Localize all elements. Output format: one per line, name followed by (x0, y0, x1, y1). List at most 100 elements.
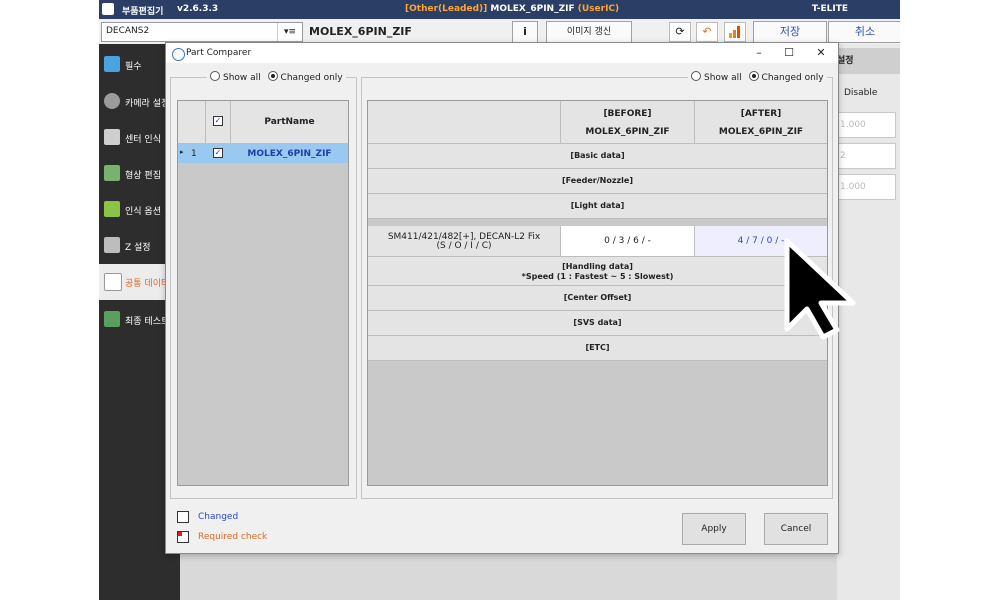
left-filter: Show all Changed only (207, 71, 346, 83)
radio-show-all[interactable]: Show all (691, 71, 742, 83)
setting-field[interactable]: 1.000 (837, 112, 896, 138)
sidebar-item-label: 카메라 설정 (125, 99, 170, 109)
row-index: 1 (191, 149, 197, 159)
comparison-table: [BEFORE] MOLEX_6PIN_ZIF [AFTER] MOLEX_6P… (367, 100, 828, 486)
row-header-corner (178, 101, 206, 144)
part-comparer-dialog: Part Comparer – ☐ ✕ Show all Changed onl… (165, 42, 839, 554)
radio-label: Show all (704, 73, 742, 83)
after-part-name: MOLEX_6PIN_ZIF (718, 127, 804, 137)
section-handling-data: [Handling data] *Speed (1 : Fastest ~ 5 … (368, 257, 827, 286)
dialog-title: Part Comparer (186, 48, 252, 58)
dialog-footer: Changed Required check Apply Cancel (166, 505, 838, 553)
maximize-icon[interactable]: ☐ (779, 46, 799, 59)
sidebar-item-label: 공통 데이터 (125, 279, 170, 289)
app-title: 부품편집기 (122, 7, 164, 17)
section-svs-data: [SVS data] (368, 311, 827, 336)
update-image-button[interactable]: 이미지 갱신 (546, 21, 632, 43)
sidebar-item-label: 센터 인식 (125, 135, 161, 145)
info-button[interactable]: i (512, 21, 538, 43)
auto-refresh-icon[interactable]: ⟳ (669, 22, 691, 42)
disable-label: Disable (844, 88, 878, 98)
chevron-down-icon[interactable]: ▾≡ (277, 23, 302, 41)
changed-legend-label: Changed (198, 512, 239, 522)
radio-changed-only[interactable]: Changed only (267, 71, 343, 83)
light-data-row: SM411/421/482[+], DECAN-L2 Fix (S / O / … (368, 226, 827, 257)
after-column-header: [AFTER] MOLEX_6PIN_ZIF (695, 101, 827, 144)
mouse-pointer-icon (784, 238, 856, 340)
sidebar-item-label: 필수 (125, 62, 142, 72)
save-button[interactable]: 저장 (753, 21, 827, 43)
sidebar-item-label: 형상 편집 (125, 171, 161, 181)
machine-combo-value: DECANS2 (106, 26, 150, 36)
row-checkbox[interactable]: ✓ (213, 148, 223, 158)
camera-gear-icon (104, 93, 120, 109)
cancel-button[interactable]: 취소 (828, 21, 900, 43)
row-part-name: MOLEX_6PIN_ZIF (247, 149, 332, 159)
sidebar-item-label: 인식 옵션 (125, 207, 161, 217)
radio-label: Changed only (761, 73, 824, 83)
before-column-header: [BEFORE] MOLEX_6PIN_ZIF (561, 101, 695, 144)
minimize-icon[interactable]: – (749, 46, 769, 59)
z-setting-icon (104, 237, 120, 253)
compare-icon (172, 48, 185, 61)
before-header: [BEFORE] (603, 109, 652, 119)
part-list-table: ✓ PartName ▸ 1 ✓ MOLEX_6PIN_ZIF (177, 100, 349, 486)
radio-icon (691, 71, 701, 81)
apply-button[interactable]: Apply (682, 513, 746, 545)
bar-chart-icon[interactable] (724, 22, 746, 42)
row-pointer-icon: ▸ (180, 148, 184, 156)
app-logo-icon (102, 3, 114, 15)
light-before-value: 0 / 3 / 6 / - (561, 226, 695, 256)
light-row-label: SM411/421/482[+], DECAN-L2 Fix (S / O / … (368, 226, 561, 256)
partname-column-header: PartName (231, 101, 348, 144)
select-all-header[interactable]: ✓ (206, 101, 231, 144)
dialog-title-bar: Part Comparer – ☐ ✕ (166, 43, 838, 63)
title-bar: 부품편집기 v2.6.3.3 [Other(Leaded)] MOLEX_6PI… (99, 0, 900, 19)
title-category: [Other(Leaded)] (405, 4, 488, 14)
settings-header: 설정 (837, 48, 900, 74)
title-part-info: [Other(Leaded)] MOLEX_6PIN_ZIF (UserIC) (405, 4, 619, 14)
title-user: (UserIC) (577, 4, 620, 14)
undo-icon[interactable]: ↶ (696, 22, 718, 42)
final-test-icon (104, 311, 120, 327)
check-pencil-icon (104, 56, 120, 72)
after-header: [AFTER] (740, 109, 782, 119)
radio-selected-icon (267, 71, 278, 81)
section-light-data: [Light data] (368, 194, 827, 219)
machine-combo[interactable]: DECANS2 ▾≡ (101, 22, 303, 42)
handling-speed-note: *Speed (1 : Fastest ~ 5 : Slowest) (521, 272, 674, 281)
right-filter: Show all Changed only (688, 71, 827, 83)
common-data-icon (104, 273, 122, 291)
setting-field[interactable]: 1.000 (837, 174, 896, 200)
radio-selected-icon (748, 71, 759, 81)
close-icon[interactable]: ✕ (811, 46, 831, 59)
recognition-option-icon (104, 201, 120, 217)
brand-label: T-ELITE (811, 4, 848, 14)
required-legend-label: Required check (198, 532, 268, 542)
radio-changed-only[interactable]: Changed only (748, 71, 824, 83)
app-version: v2.6.3.3 (177, 4, 219, 14)
section-center-offset: [Center Offset] (368, 286, 827, 311)
section-feeder-nozzle: [Feeder/Nozzle] (368, 169, 827, 194)
table-row[interactable]: ▸ 1 ✓ MOLEX_6PIN_ZIF (178, 144, 348, 163)
sidebar-item-label: 최종 테스트 (125, 317, 170, 327)
setting-field[interactable]: 2 (837, 143, 896, 169)
radio-icon (210, 71, 220, 81)
part-list-group: Show all Changed only ✓ PartName ▸ 1 ✓ M… (170, 71, 357, 499)
radio-label: Show all (223, 73, 261, 83)
handling-title: [Handling data] (562, 262, 633, 271)
comparison-group: Show all Changed only [BEFORE] MOLEX_6PI… (361, 71, 833, 499)
section-etc: [ETC] (368, 336, 827, 361)
radio-label: Changed only (280, 73, 343, 83)
dialog-cancel-button[interactable]: Cancel (764, 513, 828, 545)
required-legend-swatch (177, 531, 189, 543)
sidebar-item-label: Z 설정 (125, 243, 151, 253)
part-name-label: MOLEX_6PIN_ZIF (309, 25, 412, 38)
section-basic-data: [Basic data] (368, 144, 827, 169)
shape-edit-icon (104, 165, 120, 181)
center-grid-icon (104, 129, 120, 145)
title-part-name: MOLEX_6PIN_ZIF (490, 4, 575, 14)
radio-show-all[interactable]: Show all (210, 71, 261, 83)
select-all-checkbox[interactable]: ✓ (213, 116, 223, 126)
item-column-header (368, 101, 561, 144)
